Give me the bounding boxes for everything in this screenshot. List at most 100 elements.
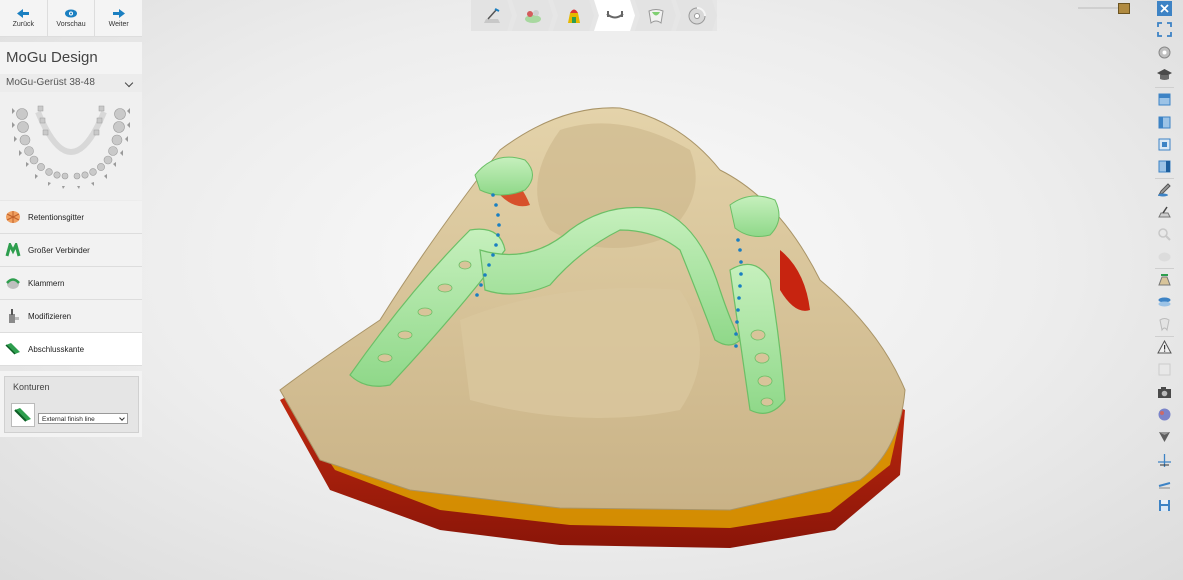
- right-toolbar: [1153, 0, 1177, 520]
- survey-icon: [524, 9, 541, 23]
- toolbar-divider: [1155, 87, 1174, 88]
- save-icon: [1158, 500, 1170, 511]
- contours-panel: Konturen External finish line: [0, 371, 142, 437]
- prepare-model-icon: [483, 7, 500, 23]
- step-label: Retentionsgitter: [28, 212, 85, 222]
- modify-icon: [9, 309, 19, 323]
- view-left-button[interactable]: [1155, 114, 1173, 131]
- gear-icon: [1158, 46, 1170, 59]
- view-cube-front-icon: [1158, 138, 1170, 151]
- workflow-step-export[interactable]: [676, 0, 717, 31]
- workflow-step-survey[interactable]: [512, 0, 553, 31]
- expert-mode-button[interactable]: [1155, 66, 1173, 83]
- magnifier-icon: [1157, 228, 1171, 241]
- view-front-button[interactable]: [1155, 136, 1173, 153]
- save-button[interactable]: [1155, 497, 1173, 514]
- contours-title: Konturen: [13, 382, 50, 392]
- view-cube-right-icon: [1158, 160, 1170, 173]
- close-icon: [1156, 1, 1172, 16]
- workflow-step-prepare[interactable]: [471, 0, 512, 31]
- 3d-viewport[interactable]: [260, 90, 940, 570]
- preview-label: Vorschau: [56, 20, 86, 28]
- view-cube-top-icon: [1158, 93, 1170, 106]
- retention-grid-icon: [6, 211, 20, 223]
- left-panel: Zurück Vorschau Weiter MoGu Design MoGu-…: [0, 0, 142, 440]
- toolbar-divider: [1155, 178, 1174, 179]
- export-disc-icon: [688, 6, 706, 24]
- contour-type-value: External finish line: [42, 416, 95, 423]
- draw-tool-button[interactable]: [1155, 181, 1173, 198]
- square-icon: [1158, 363, 1170, 376]
- finish-line-tool-icon: [14, 408, 31, 422]
- view-right-button[interactable]: [1155, 158, 1173, 175]
- contours-group: Konturen External finish line: [4, 376, 139, 433]
- step-label: Großer Verbinder: [28, 245, 90, 255]
- tooth-setup-icon: [647, 8, 664, 24]
- warning-button[interactable]: [1155, 339, 1173, 356]
- framework-dropdown[interactable]: MoGu-Gerüst 38-48: [0, 74, 142, 92]
- arrow-right-icon: [112, 8, 125, 18]
- clasp-icon: [6, 278, 20, 289]
- step-clasps[interactable]: Klammern: [0, 267, 142, 300]
- section-button[interactable]: [1155, 474, 1173, 491]
- wizard-navbar: Zurück Vorschau Weiter: [0, 0, 142, 37]
- pencil-icon: [1157, 183, 1171, 197]
- view-top-button[interactable]: [1155, 91, 1173, 108]
- toolbar-divider: [1155, 336, 1174, 337]
- crosshair-icon: [1157, 454, 1171, 467]
- chevron-down-icon: [119, 415, 125, 421]
- shield-shading-icon: [1158, 432, 1170, 442]
- step-major-connector[interactable]: Großer Verbinder: [0, 234, 142, 267]
- toolbar-divider: [1155, 268, 1174, 269]
- tooth-icon: [1158, 318, 1170, 332]
- wax-knife-button[interactable]: [1155, 204, 1173, 221]
- major-connector-icon: [5, 243, 21, 257]
- step-label: Abschlusskante: [28, 344, 85, 354]
- clip-tool-button[interactable]: [1155, 271, 1173, 288]
- blank-tool-button[interactable]: [1155, 361, 1173, 378]
- layers-button[interactable]: [1155, 294, 1173, 311]
- finish-line-icon: [5, 343, 20, 355]
- warning-icon: [1156, 340, 1172, 354]
- layers-icon: [1158, 297, 1170, 307]
- settings-button[interactable]: [1155, 44, 1173, 61]
- shading-button[interactable]: [1155, 428, 1173, 445]
- back-label: Zurück: [12, 20, 35, 28]
- texture-sphere-icon: [1158, 408, 1170, 421]
- jaw-model-render: [279, 107, 906, 548]
- step-finish-line[interactable]: Abschlusskante: [0, 333, 142, 366]
- workflow-step-framework[interactable]: [594, 0, 635, 31]
- texture-button[interactable]: [1155, 406, 1173, 423]
- fullscreen-button[interactable]: [1155, 21, 1173, 38]
- step-retention-grid[interactable]: Retentionsgitter: [0, 201, 142, 234]
- framework-design-icon: [605, 10, 624, 18]
- tooth-chart[interactable]: [0, 92, 142, 200]
- model-toggle-button[interactable]: [1155, 248, 1173, 265]
- transparency-slider-handle[interactable]: [1118, 3, 1130, 14]
- close-button[interactable]: [1155, 0, 1173, 17]
- finish-line-tool-button[interactable]: [11, 403, 35, 427]
- workflow-toolbar: [471, 0, 717, 31]
- workflow-step-blockout[interactable]: [553, 0, 594, 31]
- contour-type-select[interactable]: External finish line: [38, 413, 128, 424]
- preview-button[interactable]: Vorschau: [48, 0, 96, 36]
- workflow-step-teeth[interactable]: [635, 0, 676, 31]
- next-button[interactable]: Weiter: [95, 0, 142, 36]
- jaw-teeth-icon: [12, 105, 130, 189]
- camera-icon: [1157, 387, 1171, 398]
- measure-button[interactable]: [1155, 452, 1173, 469]
- wax-knife-icon: [1157, 206, 1171, 218]
- screenshot-button[interactable]: [1155, 384, 1173, 401]
- step-modify[interactable]: Modifizieren: [0, 300, 142, 333]
- step-label: Klammern: [28, 278, 65, 288]
- magnifier-button[interactable]: [1155, 226, 1173, 243]
- tooth-view-button[interactable]: [1155, 316, 1173, 333]
- section-plane-icon: [1158, 482, 1170, 489]
- app-title-box: MoGu Design: [0, 42, 142, 74]
- graduation-cap-icon: [1156, 69, 1172, 80]
- app-title: MoGu Design: [6, 49, 98, 66]
- arrow-left-icon: [17, 8, 30, 18]
- clipping-icon: [1157, 274, 1171, 286]
- chevron-down-icon: [124, 78, 134, 88]
- back-button[interactable]: Zurück: [0, 0, 48, 36]
